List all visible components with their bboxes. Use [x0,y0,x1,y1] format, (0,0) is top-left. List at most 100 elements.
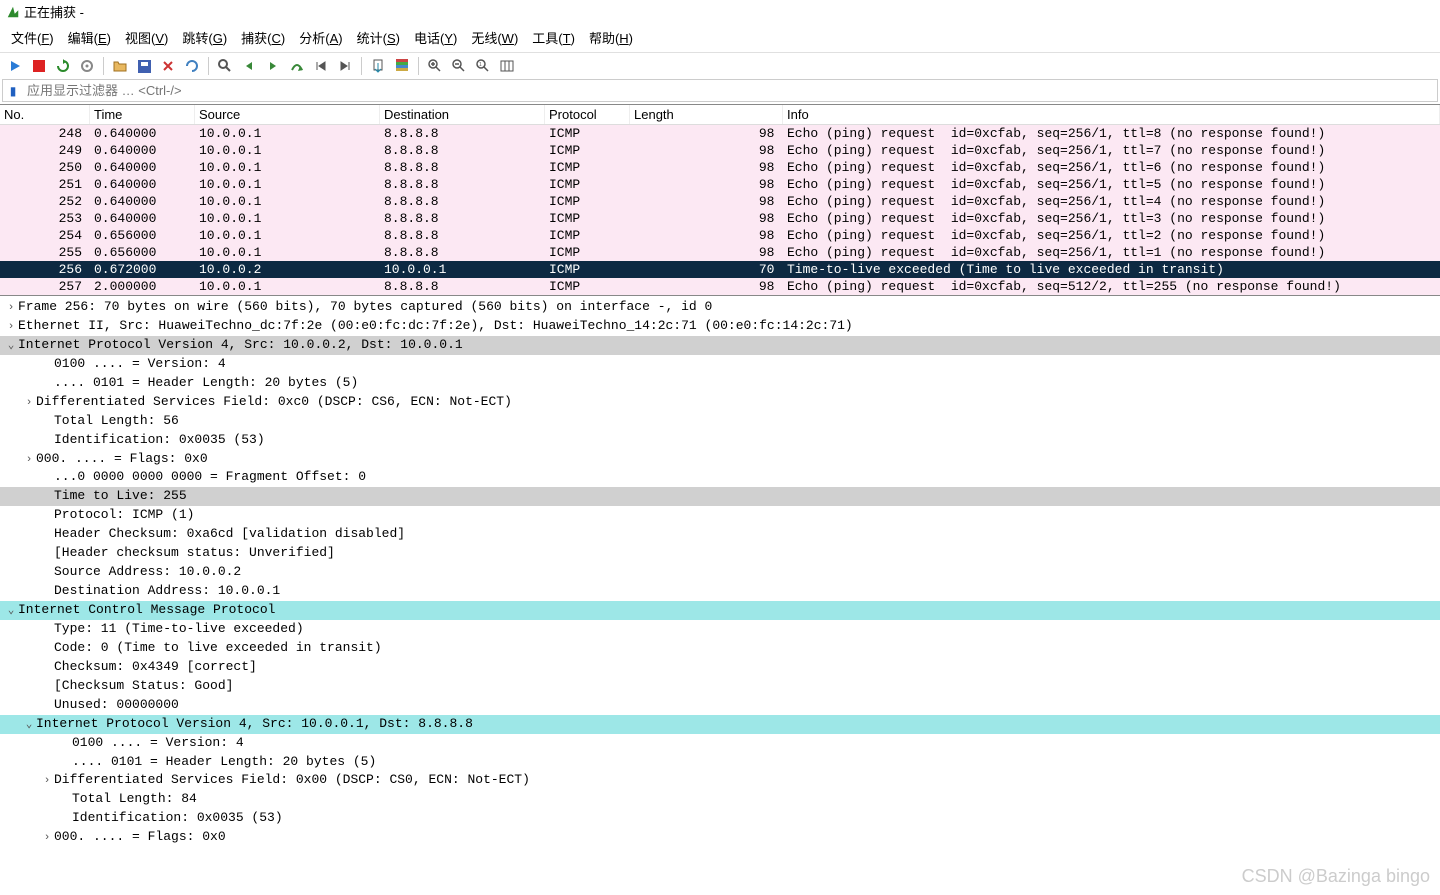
packet-row[interactable]: 2540.65600010.0.0.18.8.8.8ICMP 98Echo (p… [0,227,1440,244]
open-file-button[interactable] [109,55,131,77]
tree-item[interactable]: Checksum: 0x4349 [correct] [0,658,1440,677]
menu-统计[interactable]: 统计(S) [350,25,407,50]
separator [418,57,419,75]
close-file-button[interactable] [157,55,179,77]
collapse-icon[interactable]: ⌄ [4,339,18,355]
tree-item[interactable]: .... 0101 = Header Length: 20 bytes (5) [0,753,1440,772]
packet-row[interactable]: 2510.64000010.0.0.18.8.8.8ICMP 98Echo (p… [0,176,1440,193]
separator [361,57,362,75]
tree-label: Frame 256: 70 bytes on wire (560 bits), … [18,299,712,314]
expand-icon[interactable]: › [4,320,18,336]
col-header-info[interactable]: Info [783,105,1440,124]
packet-row[interactable]: 2490.64000010.0.0.18.8.8.8ICMP 98Echo (p… [0,142,1440,159]
filter-icon[interactable]: ▮ [3,84,23,98]
tree-item[interactable]: Header Checksum: 0xa6cd [validation disa… [0,525,1440,544]
tree-label: Code: 0 (Time to live exceeded in transi… [54,640,382,655]
menu-视图[interactable]: 视图(V) [118,25,175,50]
tree-item[interactable]: Identification: 0x0035 (53) [0,431,1440,450]
stop-capture-button[interactable] [28,55,50,77]
col-header-no[interactable]: No. [0,105,90,124]
collapse-icon[interactable]: ⌄ [4,604,18,620]
tree-item[interactable]: 0100 .... = Version: 4 [0,734,1440,753]
tree-item[interactable]: ›Frame 256: 70 bytes on wire (560 bits),… [0,298,1440,317]
expand-icon[interactable]: › [22,453,36,469]
last-packet-button[interactable] [334,55,356,77]
expand-icon[interactable]: › [40,774,54,790]
capture-options-button[interactable] [76,55,98,77]
col-header-length[interactable]: Length [630,105,783,124]
expand-icon[interactable]: › [4,301,18,317]
zoom-out-button[interactable] [448,55,470,77]
tree-item[interactable]: Source Address: 10.0.0.2 [0,563,1440,582]
menu-电话[interactable]: 电话(Y) [407,25,464,50]
tree-item[interactable]: .... 0101 = Header Length: 20 bytes (5) [0,374,1440,393]
tree-item[interactable]: Type: 11 (Time-to-live exceeded) [0,620,1440,639]
packet-row[interactable]: 2530.64000010.0.0.18.8.8.8ICMP 98Echo (p… [0,210,1440,227]
packet-row[interactable]: 2480.64000010.0.0.18.8.8.8ICMP 98Echo (p… [0,125,1440,142]
packet-details-pane: ›Frame 256: 70 bytes on wire (560 bits),… [0,296,1440,849]
reload-button[interactable] [181,55,203,77]
tree-label: Ethernet II, Src: HuaweiTechno_dc:7f:2e … [18,318,853,333]
tree-item[interactable]: [Checksum Status: Good] [0,677,1440,696]
col-header-destination[interactable]: Destination [380,105,545,124]
tree-item[interactable]: Code: 0 (Time to live exceeded in transi… [0,639,1440,658]
packet-row[interactable]: 2500.64000010.0.0.18.8.8.8ICMP 98Echo (p… [0,159,1440,176]
tree-item[interactable]: ⌄Internet Control Message Protocol [0,601,1440,620]
resize-columns-button[interactable] [496,55,518,77]
expand-icon[interactable]: › [22,396,36,412]
tree-item[interactable]: Protocol: ICMP (1) [0,506,1440,525]
tree-item[interactable]: Identification: 0x0035 (53) [0,809,1440,828]
menu-捕获[interactable]: 捕获(C) [234,25,292,50]
col-header-protocol[interactable]: Protocol [545,105,630,124]
title-bar: 正在捕获 - [0,0,1440,23]
col-header-source[interactable]: Source [195,105,380,124]
tree-item[interactable]: ›Ethernet II, Src: HuaweiTechno_dc:7f:2e… [0,317,1440,336]
tree-item[interactable]: ›Differentiated Services Field: 0xc0 (DS… [0,393,1440,412]
packet-row[interactable]: 2520.64000010.0.0.18.8.8.8ICMP 98Echo (p… [0,193,1440,210]
colorize-button[interactable] [391,55,413,77]
tree-label: Header Checksum: 0xa6cd [validation disa… [54,526,405,541]
tree-item[interactable]: Time to Live: 255 [0,487,1440,506]
packet-row[interactable]: 2560.67200010.0.0.210.0.0.1ICMP 70Time-t… [0,261,1440,278]
tree-item[interactable]: ⌄Internet Protocol Version 4, Src: 10.0.… [0,336,1440,355]
tree-label: .... 0101 = Header Length: 20 bytes (5) [72,754,376,769]
tree-item[interactable]: [Header checksum status: Unverified] [0,544,1440,563]
tree-item[interactable]: ›000. .... = Flags: 0x0 [0,828,1440,847]
display-filter-input[interactable] [23,80,1437,101]
tree-label: Total Length: 84 [72,791,197,806]
menu-帮助[interactable]: 帮助(H) [582,25,640,50]
tree-item[interactable]: ›000. .... = Flags: 0x0 [0,450,1440,469]
collapse-icon[interactable]: ⌄ [22,718,36,734]
packet-row[interactable]: 2572.00000010.0.0.18.8.8.8ICMP 98Echo (p… [0,278,1440,295]
restart-capture-button[interactable] [52,55,74,77]
tree-label: Internet Protocol Version 4, Src: 10.0.0… [18,337,463,352]
find-button[interactable] [214,55,236,77]
first-packet-button[interactable] [310,55,332,77]
tree-item[interactable]: 0100 .... = Version: 4 [0,355,1440,374]
tree-item[interactable]: ›Differentiated Services Field: 0x00 (DS… [0,771,1440,790]
save-button[interactable] [133,55,155,77]
zoom-in-button[interactable] [424,55,446,77]
zoom-reset-button[interactable]: 1 [472,55,494,77]
packet-row[interactable]: 2550.65600010.0.0.18.8.8.8ICMP 98Echo (p… [0,244,1440,261]
tree-item[interactable]: ⌄Internet Protocol Version 4, Src: 10.0.… [0,715,1440,734]
menu-分析[interactable]: 分析(A) [292,25,349,50]
tree-item[interactable]: Total Length: 56 [0,412,1440,431]
expand-icon[interactable]: › [40,831,54,847]
start-capture-button[interactable] [4,55,26,77]
next-packet-button[interactable] [262,55,284,77]
menu-编辑[interactable]: 编辑(E) [61,25,118,50]
jump-button[interactable] [286,55,308,77]
tree-label: Time to Live: 255 [54,488,187,503]
tree-item[interactable]: ...0 0000 0000 0000 = Fragment Offset: 0 [0,468,1440,487]
menu-工具[interactable]: 工具(T) [525,25,582,50]
tree-item[interactable]: Destination Address: 10.0.0.1 [0,582,1440,601]
menu-跳转[interactable]: 跳转(G) [175,25,234,50]
tree-item[interactable]: Unused: 00000000 [0,696,1440,715]
prev-packet-button[interactable] [238,55,260,77]
menu-无线[interactable]: 无线(W) [464,25,525,50]
col-header-time[interactable]: Time [90,105,195,124]
tree-item[interactable]: Total Length: 84 [0,790,1440,809]
menu-文件[interactable]: 文件(F) [4,25,61,50]
autoscroll-button[interactable] [367,55,389,77]
